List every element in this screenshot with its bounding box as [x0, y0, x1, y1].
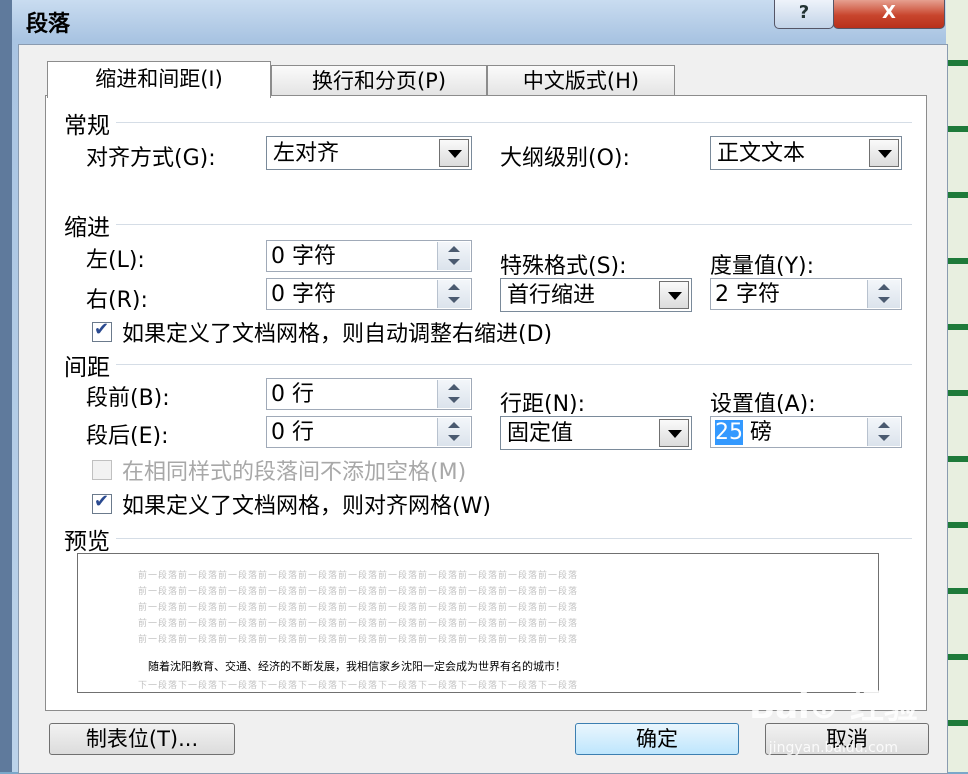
- preview-prev-line: 前一段落前一段落前一段落前一段落前一段落前一段落前一段落前一段落前一段落前一段落…: [138, 635, 579, 645]
- section-general-title: 常规: [64, 113, 110, 139]
- no-space-same-style-checkbox[interactable]: [92, 460, 112, 480]
- indent-right-value: 0 字符: [271, 282, 336, 307]
- section-preview-title: 预览: [64, 529, 110, 555]
- indent-right-label: 右(R):: [86, 288, 148, 313]
- paragraph-dialog: 缩进和间距(I) 换行和分页(P) 中文版式(H) 常规 对齐方式(G): 左对…: [18, 44, 948, 774]
- outline-level-value: 正文文本: [717, 141, 806, 166]
- alignment-value: 左对齐: [273, 141, 340, 166]
- setting-value-unit: 磅: [743, 420, 772, 445]
- outline-level-select[interactable]: 正文文本: [710, 136, 902, 170]
- watermark-logo: Bai⊕ 经验: [749, 687, 918, 727]
- special-format-select[interactable]: 首行缩进: [500, 278, 692, 312]
- close-button[interactable]: X: [833, 0, 945, 29]
- setting-value-spinner[interactable]: 25 磅: [710, 416, 902, 448]
- tab-line-page-breaks[interactable]: 换行和分页(P): [271, 65, 487, 96]
- tab-chinese-typography[interactable]: 中文版式(H): [487, 65, 675, 96]
- spinner-arrows-icon[interactable]: [437, 418, 470, 446]
- tabs-button[interactable]: 制表位(T)...: [49, 723, 235, 755]
- ok-button[interactable]: 确定: [575, 723, 739, 755]
- setting-value-label: 设置值(A):: [710, 392, 816, 417]
- special-format-label: 特殊格式(S):: [500, 254, 627, 279]
- preview-prev-line: 前一段落前一段落前一段落前一段落前一段落前一段落前一段落前一段落前一段落前一段落…: [138, 571, 579, 581]
- watermark-url: jingyan.baidu.com: [768, 740, 898, 756]
- indent-left-value: 0 字符: [271, 244, 336, 269]
- auto-adjust-checkbox[interactable]: [92, 319, 112, 342]
- spinner-arrows-icon[interactable]: [437, 280, 470, 308]
- preview-next-line: 下一段落下一段落下一段落下一段落下一段落下一段落下一段落下一段落下一段落下一段落…: [138, 681, 579, 691]
- measure-value: 2 字符: [715, 282, 780, 307]
- auto-adjust-label: 如果定义了文档网格，则自动调整右缩进(D): [122, 322, 553, 347]
- space-after-label: 段后(E):: [86, 424, 169, 449]
- no-space-same-style-label: 在相同样式的段落间不添加空格(M): [122, 460, 467, 485]
- indent-left-label: 左(L):: [86, 248, 145, 273]
- setting-value-selected: 25: [715, 420, 743, 445]
- indent-left-spinner[interactable]: 0 字符: [266, 240, 472, 272]
- snap-grid-label: 如果定义了文档网格，则对齐网格(W): [122, 494, 491, 519]
- space-before-spinner[interactable]: 0 行: [266, 378, 472, 410]
- alignment-select[interactable]: 左对齐: [266, 136, 472, 170]
- alignment-label: 对齐方式(G):: [86, 146, 216, 171]
- indent-right-spinner[interactable]: 0 字符: [266, 278, 472, 310]
- section-indent-title: 缩进: [64, 215, 110, 241]
- background-strip-left: [0, 0, 12, 772]
- measure-spinner[interactable]: 2 字符: [710, 278, 902, 310]
- line-spacing-select[interactable]: 固定值: [500, 416, 692, 450]
- space-before-label: 段前(B):: [86, 386, 170, 411]
- space-after-spinner[interactable]: 0 行: [266, 416, 472, 448]
- tab-indent-spacing[interactable]: 缩进和间距(I): [47, 61, 271, 98]
- section-spacing-title: 间距: [64, 355, 110, 381]
- preview-main-text: 随着沈阳教育、交通、经济的不断发展，我相信家乡沈阳一定会成为世界有名的城市！: [148, 660, 566, 673]
- spinner-arrows-icon[interactable]: [867, 280, 900, 308]
- background-strip-right: [946, 0, 968, 772]
- divider: [116, 364, 912, 365]
- space-before-value: 0 行: [271, 382, 314, 407]
- preview-prev-line: 前一段落前一段落前一段落前一段落前一段落前一段落前一段落前一段落前一段落前一段落…: [138, 603, 579, 613]
- window-title: 段落: [26, 12, 71, 37]
- chevron-down-icon[interactable]: [659, 281, 689, 309]
- line-spacing-label: 行距(N):: [500, 392, 586, 417]
- space-after-value: 0 行: [271, 420, 314, 445]
- outline-level-label: 大纲级别(O):: [500, 146, 630, 171]
- line-spacing-value: 固定值: [507, 421, 574, 446]
- help-button[interactable]: ?: [774, 0, 834, 29]
- spinner-arrows-icon[interactable]: [867, 418, 900, 446]
- chevron-down-icon[interactable]: [659, 419, 689, 447]
- divider: [116, 538, 912, 539]
- spinner-arrows-icon[interactable]: [437, 242, 470, 270]
- spinner-arrows-icon[interactable]: [437, 380, 470, 408]
- measure-label: 度量值(Y):: [710, 254, 815, 279]
- preview-prev-line: 前一段落前一段落前一段落前一段落前一段落前一段落前一段落前一段落前一段落前一段落…: [138, 619, 579, 629]
- preview-box: 前一段落前一段落前一段落前一段落前一段落前一段落前一段落前一段落前一段落前一段落…: [77, 553, 879, 693]
- preview-prev-line: 前一段落前一段落前一段落前一段落前一段落前一段落前一段落前一段落前一段落前一段落…: [138, 587, 579, 597]
- divider: [116, 122, 912, 123]
- special-format-value: 首行缩进: [507, 283, 596, 308]
- divider: [116, 224, 912, 225]
- chevron-down-icon[interactable]: [869, 139, 899, 167]
- snap-grid-checkbox[interactable]: [92, 491, 112, 514]
- chevron-down-icon[interactable]: [439, 139, 469, 167]
